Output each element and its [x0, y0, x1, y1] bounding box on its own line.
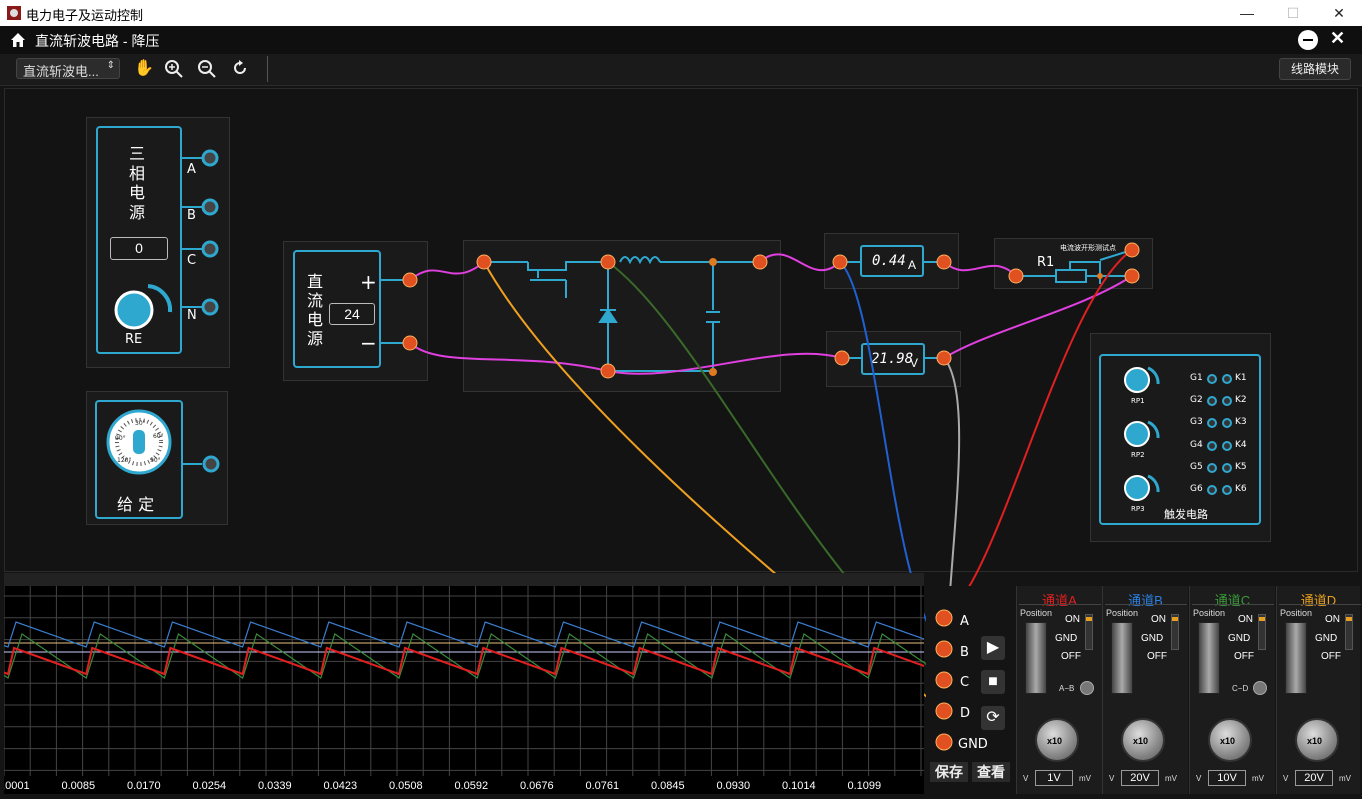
play-icon[interactable]: ▶: [981, 636, 1005, 660]
on-off-switch[interactable]: [1345, 614, 1353, 650]
off-label[interactable]: OFF: [1147, 651, 1167, 662]
probe-a-label: A: [960, 614, 969, 629]
x-tick-label: 0.0423: [324, 780, 358, 792]
sync-icon[interactable]: ⟳: [981, 706, 1005, 730]
channel-panel: 通道B Position ON GND OFF x10 V 20V mV: [1102, 586, 1188, 794]
x-tick-label: 0.1014: [782, 780, 816, 792]
mv-unit: mV: [1252, 774, 1264, 783]
scope-header: [4, 573, 924, 597]
mv-unit: mV: [1079, 774, 1091, 783]
range-value[interactable]: 20V: [1295, 770, 1333, 786]
x-tick-label: 0.0508: [389, 780, 423, 792]
x-tick-label: 0.0339: [258, 780, 292, 792]
channel-panel: 通道A Position ON GND OFF A−B x10 V 1V mV: [1016, 586, 1102, 794]
x-tick-label: 0.0761: [586, 780, 620, 792]
v-unit: V: [1196, 774, 1202, 783]
mv-unit: mV: [1339, 774, 1351, 783]
probe-gnd-label: GND: [958, 737, 988, 752]
off-label[interactable]: OFF: [1321, 651, 1341, 662]
channel-title: 通道D: [1300, 593, 1337, 608]
range-value[interactable]: 10V: [1208, 770, 1246, 786]
on-label[interactable]: ON: [1238, 614, 1253, 625]
position-label: Position: [1193, 608, 1226, 618]
position-slider[interactable]: [1111, 622, 1133, 694]
mode-toggle[interactable]: [1253, 681, 1267, 695]
scope-plot: 0.0001 0.0085 0.0170 0.0254 0.0339 0.0423 0.05…: [0, 586, 1025, 792]
x-tick-label: 0.0001: [4, 780, 30, 792]
mode-label: C−D: [1232, 684, 1249, 693]
channel-title: 通道C: [1214, 593, 1251, 608]
probe-b-label: B: [960, 645, 969, 660]
mode-label: A−B: [1059, 684, 1075, 693]
position-label: Position: [1020, 608, 1053, 618]
channel-panel: 通道D Position ON GND OFF x10 V 20V mV: [1276, 586, 1361, 794]
off-label[interactable]: OFF: [1234, 651, 1254, 662]
mult-label: x10: [1133, 736, 1149, 746]
range-value[interactable]: 1V: [1035, 770, 1073, 786]
chopper-circuit: [484, 256, 758, 372]
on-label[interactable]: ON: [1325, 614, 1340, 625]
v-unit: V: [1109, 774, 1115, 783]
on-label[interactable]: ON: [1065, 614, 1080, 625]
save-button[interactable]: 保存: [930, 762, 968, 782]
position-slider[interactable]: [1198, 622, 1220, 694]
x-tick-label: 0.0930: [717, 780, 751, 792]
on-label[interactable]: ON: [1151, 614, 1166, 625]
probe-c-label: C: [960, 675, 970, 690]
range-value[interactable]: 20V: [1121, 770, 1159, 786]
gnd-label[interactable]: GND: [1228, 633, 1250, 644]
stop-icon[interactable]: ■: [981, 670, 1005, 694]
mult-label: x10: [1047, 736, 1063, 746]
x-tick-label: 0.1099: [848, 780, 882, 792]
oscilloscope-display: 0.0001 0.0085 0.0170 0.0254 0.0339 0.0423 0.05…: [0, 586, 1025, 794]
on-off-switch[interactable]: [1171, 614, 1179, 650]
channel-title: 通道A: [1042, 593, 1077, 608]
x-tick-label: 0.0085: [62, 780, 96, 792]
gnd-label[interactable]: GND: [1315, 633, 1337, 644]
x-tick-label: 0.0254: [193, 780, 227, 792]
v-unit: V: [1023, 774, 1029, 783]
mult-label: x10: [1220, 736, 1236, 746]
x-tick-label: 0.0845: [651, 780, 685, 792]
mode-toggle[interactable]: [1080, 681, 1094, 695]
position-label: Position: [1106, 608, 1139, 618]
probe-d-label: D: [960, 706, 971, 721]
on-off-switch[interactable]: [1085, 614, 1093, 650]
on-off-switch[interactable]: [1258, 614, 1266, 650]
position-label: Position: [1280, 608, 1313, 618]
gnd-label[interactable]: GND: [1055, 633, 1077, 644]
mv-unit: mV: [1165, 774, 1177, 783]
v-unit: V: [1283, 774, 1289, 783]
x-tick-label: 0.0676: [520, 780, 554, 792]
off-label[interactable]: OFF: [1061, 651, 1081, 662]
gnd-label[interactable]: GND: [1141, 633, 1163, 644]
position-slider[interactable]: [1285, 622, 1307, 694]
view-button[interactable]: 查看: [972, 762, 1010, 782]
x-tick-label: 0.0592: [455, 780, 489, 792]
channel-panel: 通道C Position ON GND OFF C−D x10 V 10V mV: [1189, 586, 1275, 794]
x-tick-label: 0.0170: [127, 780, 161, 792]
position-slider[interactable]: [1025, 622, 1047, 694]
mult-label: x10: [1307, 736, 1323, 746]
channel-title: 通道B: [1128, 593, 1163, 608]
